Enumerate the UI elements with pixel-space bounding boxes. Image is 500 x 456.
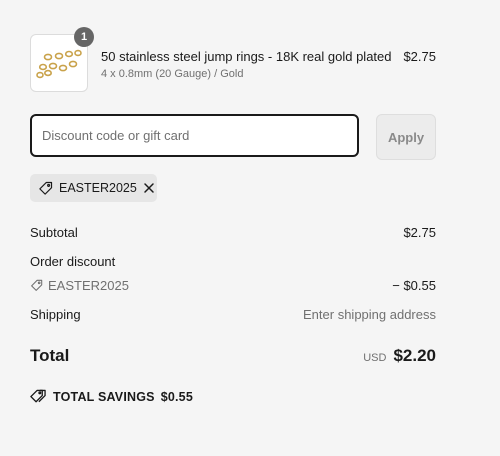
discount-code-row: EASTER2025 − $0.55 [30,278,436,293]
product-price: $2.75 [403,49,436,64]
tag-icon [38,181,53,196]
total-row: Total USD $2.20 [30,346,436,368]
subtotal-label: Subtotal [30,225,78,240]
discount-value: − $0.55 [392,278,436,293]
discount-code-label: EASTER2025 [48,278,129,293]
quantity-badge: 1 [74,27,94,47]
savings-value: $0.55 [160,389,193,404]
line-item: 1 50 stainless steel jump rings - 18K re… [30,27,436,92]
shipping-row: Shipping Enter shipping address [30,307,436,322]
shipping-value: Enter shipping address [303,307,436,322]
savings-label: TOTAL SAVINGS [53,389,155,404]
total-amount-group: USD $2.20 [363,346,436,366]
applied-discount-chip: EASTER2025 [30,174,157,202]
tag-icon [30,279,43,292]
order-discount-label: Order discount [30,254,116,269]
order-discount-row: Order discount [30,254,436,269]
total-savings: TOTAL SAVINGS $0.55 [30,389,193,404]
savings-tags-icon [30,389,47,404]
applied-discount-code: EASTER2025 [59,181,137,195]
currency-code: USD [363,352,387,364]
close-icon[interactable] [143,182,155,194]
subtotal-row: Subtotal $2.75 [30,225,436,240]
product-variant: 4 x 0.8mm (20 Gauge) / Gold [101,68,244,80]
apply-discount-button[interactable]: Apply [376,114,436,160]
product-title: 50 stainless steel jump rings - 18K real… [101,49,392,64]
total-amount: $2.20 [393,346,436,365]
subtotal-value: $2.75 [403,225,436,240]
shipping-label: Shipping [30,307,81,322]
total-label: Total [30,346,70,365]
discount-code-input[interactable] [30,114,359,157]
discount-code-line: EASTER2025 [30,278,436,293]
